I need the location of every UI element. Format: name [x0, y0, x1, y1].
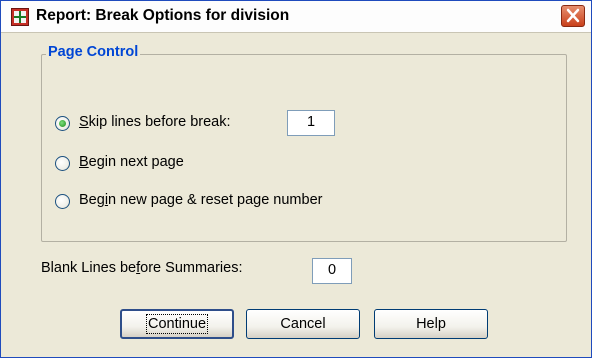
radio-begin-next-page-label: Begin next page: [79, 154, 184, 170]
close-icon: [566, 8, 580, 23]
radio-begin-new-page-reset[interactable]: Begin new page & reset page number: [55, 192, 415, 214]
cancel-button[interactable]: Cancel: [246, 309, 360, 339]
continue-button[interactable]: Continue: [120, 309, 234, 339]
close-button[interactable]: [561, 5, 585, 27]
skip-lines-input[interactable]: 1: [287, 110, 335, 136]
radio-begin-new-page-reset-label: Begin new page & reset page number: [79, 192, 323, 208]
radio-begin-next-page-button[interactable]: [55, 156, 70, 171]
blank-lines-summaries-label: Blank Lines before Summaries:: [41, 260, 243, 276]
window-title: Report: Break Options for division: [36, 7, 290, 24]
dialog-window: Report: Break Options for division Page …: [0, 0, 592, 358]
report-grid-icon: [11, 8, 29, 26]
radio-skip-lines-button[interactable]: [55, 116, 70, 131]
page-control-legend: Page Control: [46, 44, 141, 60]
radio-skip-lines-label: Skip lines before break:: [79, 114, 231, 130]
blank-lines-summaries-input[interactable]: 0: [312, 258, 352, 284]
radio-begin-next-page[interactable]: Begin next page: [55, 154, 295, 176]
title-bar[interactable]: Report: Break Options for division: [1, 1, 591, 33]
radio-begin-new-page-reset-button[interactable]: [55, 194, 70, 209]
radio-skip-lines[interactable]: Skip lines before break:: [55, 114, 295, 136]
help-button[interactable]: Help: [374, 309, 488, 339]
